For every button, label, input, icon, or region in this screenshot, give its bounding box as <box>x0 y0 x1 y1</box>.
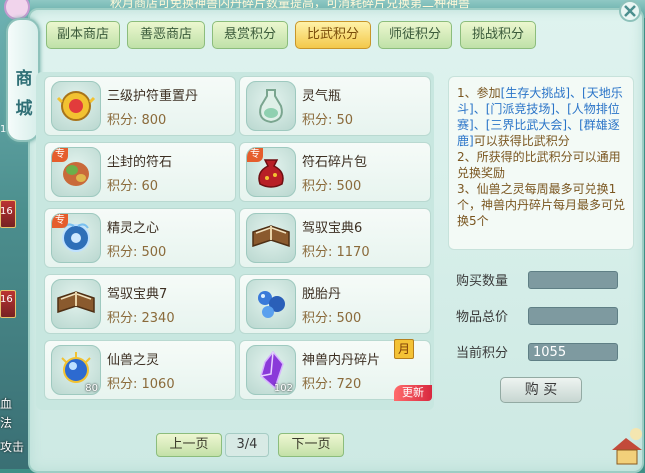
item-price: 积分: 800 <box>107 113 167 128</box>
top-ticker: 秋月商店可免换神兽内丹碎片数量提高，可消耗碎片兑换第二种神兽 <box>110 0 471 8</box>
exclusive-badge: 专 <box>247 148 263 162</box>
link-sect-arena[interactable]: 、[门派竞技场] <box>474 102 555 116</box>
gold-charm-icon <box>51 81 101 131</box>
hud-count-1: 16 <box>0 206 13 217</box>
item-price: 积分: 720 <box>302 377 362 392</box>
tab-mentor-points[interactable]: 师徒积分 <box>378 21 452 49</box>
spirit-heart-icon: 专 <box>51 213 101 263</box>
rule-1-suffix: 可以获得比武积分 <box>473 134 570 148</box>
tab-karma-shop[interactable]: 善恶商店 <box>127 21 205 49</box>
hud-label-attack: 攻击 <box>0 440 25 454</box>
page-indicator: 3/4 <box>225 433 269 457</box>
item-quantity: 102 <box>273 383 293 394</box>
item-price: 积分: 1060 <box>107 377 175 392</box>
side-title-tab: 商 城 <box>6 18 40 142</box>
item-name: 三级护符重置丹 <box>107 89 199 104</box>
prev-page-button[interactable]: 上一页 <box>156 433 222 457</box>
current-points-label: 当前积分 <box>456 346 509 361</box>
hud-count-2: 16 <box>0 294 13 305</box>
shop-item[interactable]: 80 仙兽之灵 积分: 1060 <box>44 340 236 400</box>
current-points-field: 1055 <box>528 343 618 361</box>
side-title-char-2: 城 <box>15 99 33 119</box>
next-page-button[interactable]: 下一页 <box>278 433 344 457</box>
shop-item[interactable]: 驾驭宝典7 积分: 2340 <box>44 274 236 334</box>
item-name: 精灵之心 <box>107 221 160 236</box>
quantity-input[interactable] <box>528 271 618 289</box>
rune-bag-icon: 专 <box>246 147 296 197</box>
shop-item[interactable]: 三级护符重置丹 积分: 800 <box>44 76 236 136</box>
link-survival-challenge[interactable]: [生存大挑战] <box>501 86 570 100</box>
item-name: 尘封的符石 <box>107 155 173 170</box>
updated-tag: 更新 <box>394 385 432 401</box>
tab-bounty-points[interactable]: 悬赏积分 <box>212 21 288 49</box>
item-price: 积分: 60 <box>107 179 159 194</box>
item-name: 仙兽之灵 <box>107 353 160 368</box>
buy-button[interactable]: 购 买 <box>500 377 582 403</box>
rule-1-prefix: 1、参加 <box>457 86 501 100</box>
shop-item[interactable]: 驾驭宝典6 积分: 1170 <box>239 208 431 268</box>
shop-item[interactable]: 专 尘封的符石 积分: 60 <box>44 142 236 202</box>
item-name: 灵气瓶 <box>302 89 342 104</box>
spirit-bottle-icon <box>246 81 296 131</box>
shop-item[interactable]: 灵气瓶 积分: 50 <box>239 76 431 136</box>
link-three-realms-tournament[interactable]: 、[三界比武大会] <box>474 118 567 132</box>
spirit-orb-icon: 80 <box>51 345 101 395</box>
total-price-label: 物品总价 <box>456 310 509 325</box>
item-quantity: 80 <box>85 383 98 394</box>
rules-box: 1、参加[生存大挑战]、[天地乐斗]、[门派竞技场]、[人物排位赛]、[三界比武… <box>448 76 634 250</box>
rune-stone-icon: 专 <box>51 147 101 197</box>
exclusive-badge: 专 <box>52 214 68 228</box>
hud-label-blood: 血 <box>0 397 13 411</box>
item-price: 积分: 500 <box>302 179 362 194</box>
crystal-shard-icon: 102 <box>246 345 296 395</box>
shop-item[interactable]: 脱胎丹 积分: 500 <box>239 274 431 334</box>
item-name: 驾驭宝典7 <box>107 287 168 302</box>
close-icon[interactable] <box>617 0 643 24</box>
book-icon <box>51 279 101 329</box>
item-price: 积分: 500 <box>302 311 362 326</box>
item-price: 积分: 500 <box>107 245 167 260</box>
tab-pvp-points[interactable]: 比武积分 <box>295 21 371 49</box>
shop-item[interactable]: 专 精灵之心 积分: 500 <box>44 208 236 268</box>
monthly-limit-tag: 月 <box>394 339 414 359</box>
shop-item[interactable]: 专 符石碎片包 积分: 500 <box>239 142 431 202</box>
pavilion-icon <box>608 420 645 469</box>
item-name: 驾驭宝典6 <box>302 221 363 236</box>
side-title-char-1: 商 <box>15 69 33 89</box>
blue-pill-icon <box>246 279 296 329</box>
item-price: 积分: 2340 <box>107 311 175 326</box>
item-name: 符石碎片包 <box>302 155 368 170</box>
item-price: 积分: 1170 <box>302 245 370 260</box>
item-name: 脱胎丹 <box>302 287 342 302</box>
rule-1: 1、参加[生存大挑战]、[天地乐斗]、[门派竞技场]、[人物排位赛]、[三界比武… <box>457 85 629 149</box>
tab-challenge-points[interactable]: 挑战积分 <box>460 21 536 49</box>
item-name: 神兽内丹碎片 <box>302 353 381 368</box>
book-icon <box>246 213 296 263</box>
shop-item[interactable]: 102 神兽内丹碎片 积分: 720 月 更新 <box>239 339 432 401</box>
quantity-label: 购买数量 <box>456 274 509 289</box>
rule-2: 2、所获得的比武积分可以通用兑换奖励 <box>457 150 621 180</box>
rule-3: 3、仙兽之灵每周最多可兑换1个，神兽内丹碎片每月最多可兑换5个 <box>457 182 626 228</box>
exclusive-badge: 专 <box>52 148 68 162</box>
tab-dungeon-shop[interactable]: 副本商店 <box>46 21 120 49</box>
item-price: 积分: 50 <box>302 113 354 128</box>
hud-label-mana: 法 <box>0 416 13 430</box>
total-price-field <box>528 307 618 325</box>
